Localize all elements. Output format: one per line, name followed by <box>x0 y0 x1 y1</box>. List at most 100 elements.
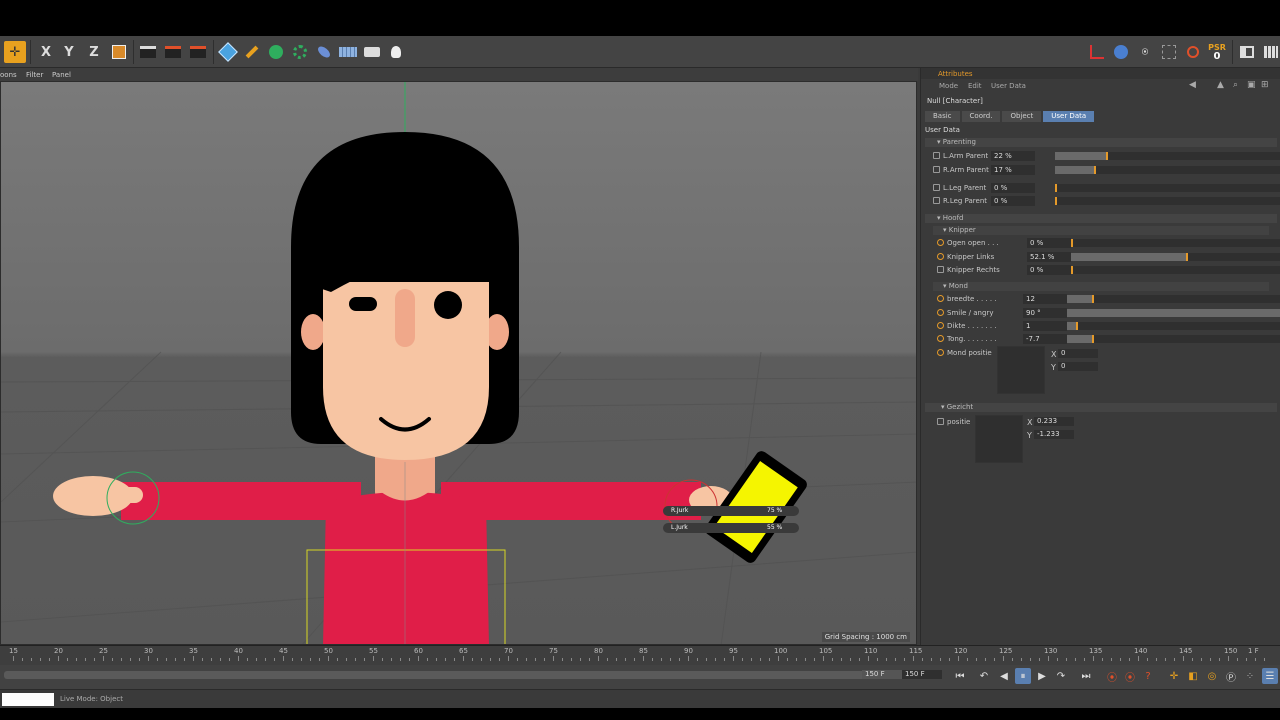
knipper-1-value-field[interactable]: 52.1 % <box>1027 252 1071 262</box>
snap-icon[interactable] <box>1086 41 1108 63</box>
keyframe-icon[interactable] <box>937 322 944 329</box>
menu-edit[interactable]: Edit <box>968 82 982 90</box>
mond-1-value-field[interactable]: 90 ° <box>1023 308 1067 318</box>
position-key-icon[interactable]: ✛ <box>1166 668 1182 684</box>
pla-key-icon[interactable]: ⁘ <box>1242 668 1258 684</box>
keyframe-icon[interactable] <box>937 239 944 246</box>
render-settings-icon[interactable] <box>187 41 209 63</box>
3d-viewport[interactable]: R.Jurk 75 % L.Jurk 55 % Grid Spacing : 1… <box>0 81 917 645</box>
menu-user-data[interactable]: User Data <box>991 82 1026 90</box>
deformer-icon[interactable] <box>313 41 335 63</box>
lock-modeling-icon[interactable] <box>1182 41 1204 63</box>
next-key-icon[interactable]: ↷ <box>1053 668 1069 684</box>
parenting-1-value-field[interactable]: 17 % <box>991 165 1035 175</box>
mond-3-value-field[interactable]: -7.7 <box>1023 334 1067 344</box>
axis-xyz-icon[interactable]: ⦿ <box>1134 41 1156 63</box>
group-hoofd[interactable]: ▾ Hoofd <box>925 214 1277 223</box>
parenting-3-slider[interactable] <box>1055 197 1280 205</box>
timeline-ruler[interactable]: 15 20 25 30 35 40 45 50 55 60 65 70 75 80 85 90 95 100 105… <box>0 645 1280 665</box>
menu-panel[interactable]: Panel <box>52 71 71 79</box>
x-axis-lock-button[interactable]: X <box>35 41 57 63</box>
live-selection-icon[interactable]: ✛ <box>4 41 26 63</box>
pause-icon[interactable]: ⏸ <box>1015 668 1031 684</box>
keyframe-icon[interactable] <box>937 295 944 302</box>
pen-spline-icon[interactable] <box>241 41 263 63</box>
parenting-0-value-field[interactable]: 22 % <box>991 151 1035 161</box>
mond-positie-y-field[interactable]: 0 <box>1058 362 1098 371</box>
parenting-3-value-field[interactable]: 0 % <box>991 196 1035 206</box>
autokey-icon[interactable]: ⦿ <box>1122 668 1138 684</box>
render-picture-viewer-icon[interactable] <box>162 41 184 63</box>
mond-2-value-field[interactable]: 1 <box>1023 321 1067 331</box>
tab-user-data[interactable]: User Data <box>1043 111 1095 122</box>
keyframe-icon[interactable] <box>933 197 940 204</box>
multi-view-icon[interactable] <box>1260 41 1280 63</box>
previous-key-icon[interactable]: ↶ <box>976 668 992 684</box>
keyframe-icon[interactable] <box>937 335 944 342</box>
modeling-axis-icon[interactable] <box>1158 41 1180 63</box>
layout-icon[interactable] <box>1236 41 1258 63</box>
mond-1-slider[interactable] <box>1067 309 1280 317</box>
parenting-2-value-field[interactable]: 0 % <box>991 183 1035 193</box>
camera-icon[interactable] <box>361 41 383 63</box>
mond-3-slider[interactable] <box>1067 335 1280 343</box>
search-icon[interactable]: ⌕ <box>1233 80 1238 90</box>
group-knipper[interactable]: ▾ Knipper <box>933 226 1269 235</box>
keyframe-icon[interactable] <box>933 152 940 159</box>
hud-slider-l-jurk[interactable]: L.Jurk 55 % <box>663 523 799 533</box>
keyframe-icon[interactable] <box>937 349 944 356</box>
back-arrow-icon[interactable]: ◀ <box>1189 80 1196 90</box>
z-axis-lock-button[interactable]: Z <box>83 41 105 63</box>
coordinate-system-icon[interactable] <box>108 41 130 63</box>
menu-options[interactable]: oons <box>0 71 17 79</box>
knipper-0-slider[interactable] <box>1071 239 1280 247</box>
mond-positie-x-field[interactable]: 0 <box>1058 349 1098 358</box>
up-arrow-icon[interactable]: ▲ <box>1217 80 1224 90</box>
record-icon[interactable]: ⦿ <box>1104 668 1120 684</box>
tab-basic[interactable]: Basic <box>925 111 960 122</box>
hud-slider-r-jurk[interactable]: R.Jurk 75 % <box>663 506 799 516</box>
knipper-1-slider[interactable] <box>1071 253 1280 261</box>
light-icon[interactable] <box>385 41 407 63</box>
mond-0-value-field[interactable]: 12 <box>1023 294 1067 304</box>
group-gezicht[interactable]: ▾ Gezicht <box>925 403 1277 412</box>
frame-range-slider[interactable] <box>4 671 884 679</box>
keyframe-icon[interactable] <box>937 418 944 425</box>
array-icon[interactable] <box>289 41 311 63</box>
workplane-icon[interactable] <box>1110 41 1132 63</box>
keyframe-icon[interactable] <box>937 253 944 260</box>
end-frame-field-a[interactable]: 150 F <box>862 670 902 679</box>
parameter-key-icon[interactable]: Ⓟ <box>1223 668 1239 684</box>
parenting-0-slider[interactable] <box>1055 152 1280 160</box>
gezicht-positie-x-field[interactable]: 0.233 <box>1034 417 1074 426</box>
parenting-1-slider[interactable] <box>1055 166 1280 174</box>
keyframe-icon[interactable] <box>933 166 940 173</box>
floor-icon[interactable] <box>337 41 359 63</box>
menu-filter[interactable]: Filter <box>26 71 43 79</box>
keyframe-icon[interactable] <box>937 309 944 316</box>
keyframe-selection-icon[interactable]: ? <box>1140 668 1156 684</box>
tab-object[interactable]: Object <box>1002 111 1042 122</box>
new-panel-icon[interactable]: ⊞ <box>1261 80 1269 90</box>
menu-mode[interactable]: Mode <box>939 82 958 90</box>
mond-0-slider[interactable] <box>1067 295 1280 303</box>
gezicht-positie-pad[interactable] <box>975 415 1023 463</box>
knipper-0-value-field[interactable]: 0 % <box>1027 238 1071 248</box>
parenting-2-slider[interactable] <box>1055 184 1280 192</box>
tab-coord[interactable]: Coord. <box>961 111 1001 122</box>
keyframe-icon[interactable] <box>937 266 944 273</box>
group-mond[interactable]: ▾ Mond <box>933 282 1269 291</box>
gezicht-positie-y-field[interactable]: -1.233 <box>1034 430 1074 439</box>
subdivision-icon[interactable] <box>265 41 287 63</box>
scale-key-icon[interactable]: ◧ <box>1185 668 1201 684</box>
cube-icon[interactable] <box>217 41 239 63</box>
go-to-end-icon[interactable]: ⏭ <box>1078 668 1094 684</box>
y-axis-lock-button[interactable]: Y <box>58 41 80 63</box>
previous-frame-icon[interactable]: ◀ <box>996 668 1012 684</box>
end-frame-field-b[interactable]: 150 F <box>902 670 942 679</box>
psr-indicator[interactable]: PSR 0 <box>1206 41 1228 63</box>
lock-icon[interactable]: ▣ <box>1247 80 1256 90</box>
render-view-icon[interactable] <box>137 41 159 63</box>
timeline-window-icon[interactable]: ☰ <box>1262 668 1278 684</box>
keyframe-icon[interactable] <box>933 184 940 191</box>
